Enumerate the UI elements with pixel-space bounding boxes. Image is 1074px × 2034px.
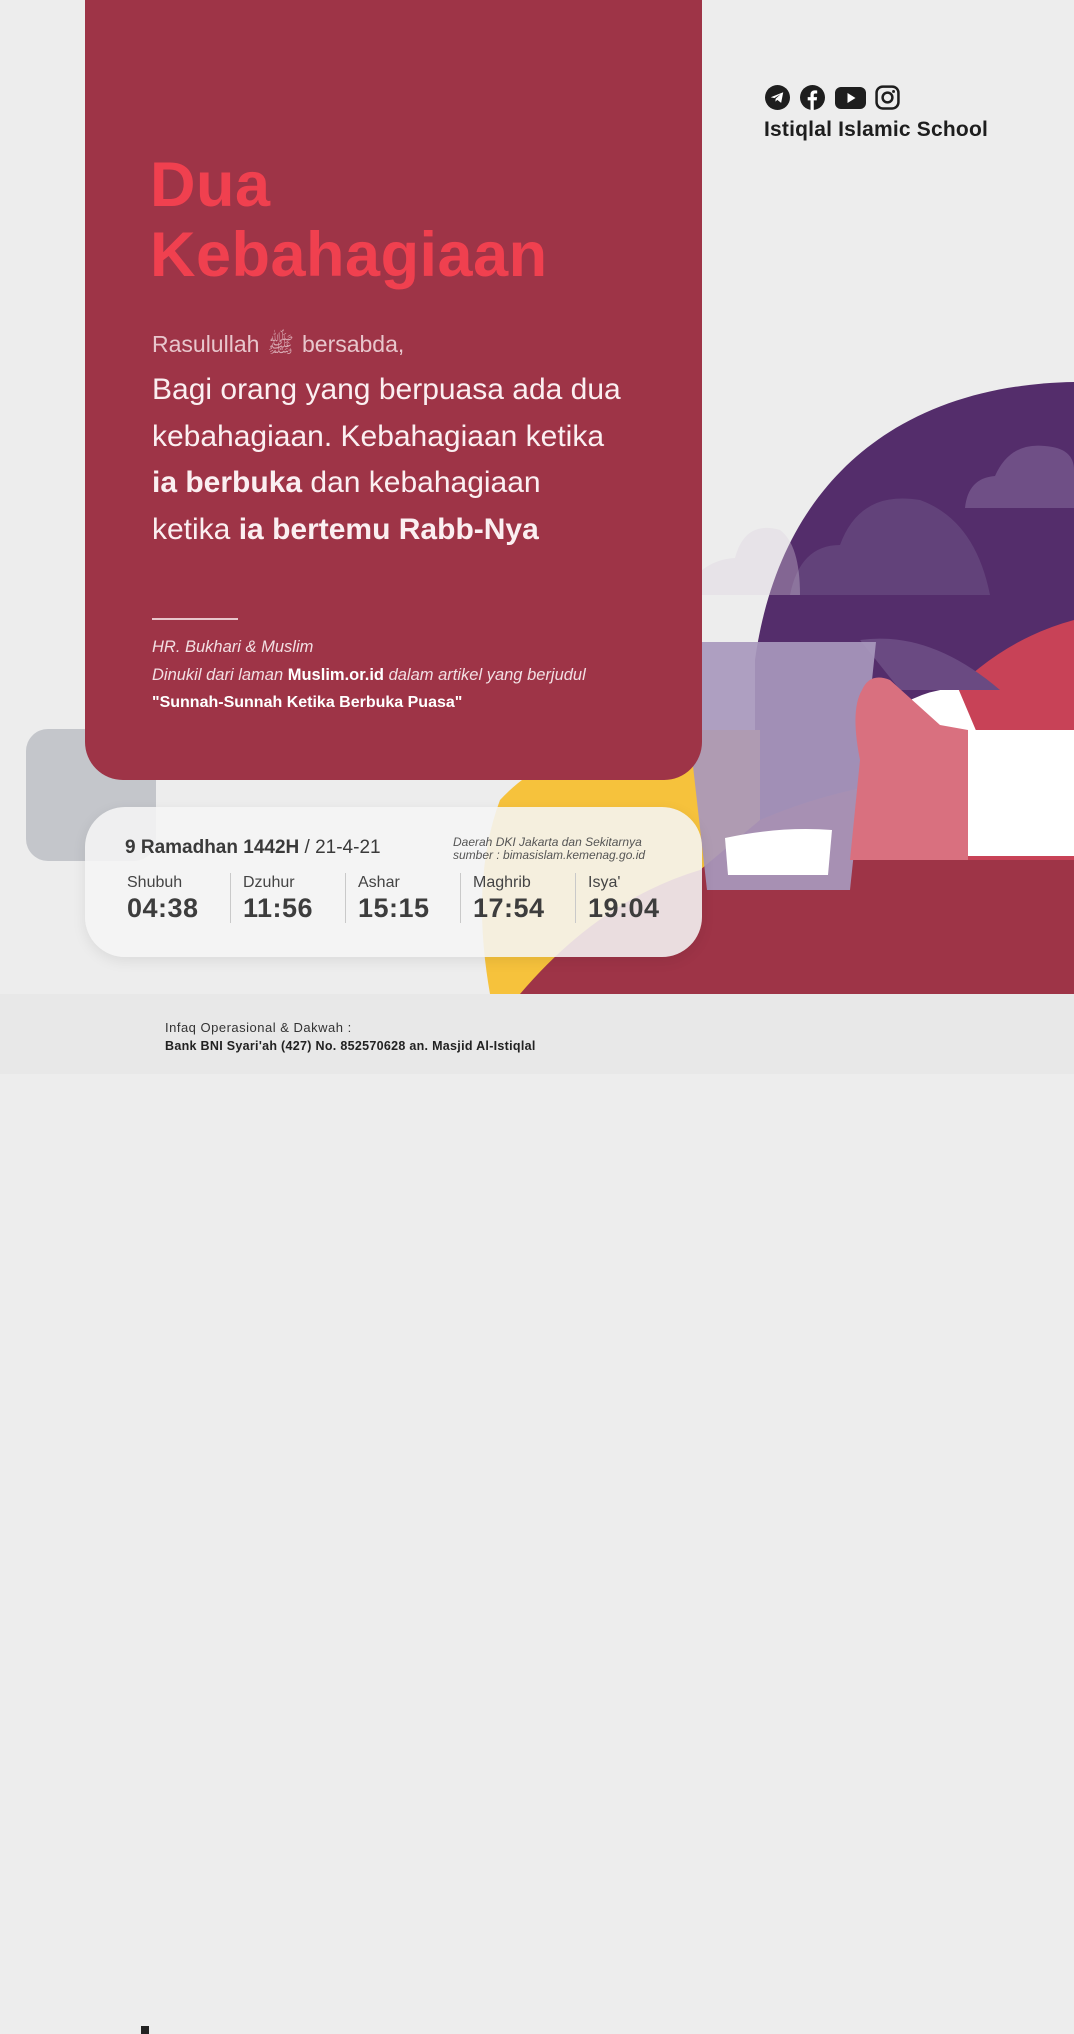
telegram-icon[interactable]: [764, 84, 791, 111]
bullet-icon: [141, 2026, 149, 2034]
lead-prefix: Rasulullah: [152, 331, 260, 357]
youtube-icon[interactable]: [834, 84, 866, 111]
prayer-slot: Ashar 15:15: [345, 873, 460, 923]
divider: [152, 618, 238, 620]
prayer-name: Shubuh: [127, 874, 183, 891]
honorific-calligraphy: ﷺ: [267, 333, 294, 358]
prayer-time: 17:54: [473, 893, 545, 923]
prayer-name: Dzuhur: [243, 874, 295, 891]
prayer-slot: Shubuh 04:38: [115, 873, 230, 923]
source-link[interactable]: Muslim.or.id: [288, 666, 384, 684]
prayer-times: Shubuh 04:38 Dzuhur 11:56 Ashar 15:15 Maghr…: [115, 873, 690, 923]
hadith-bold: ia berbuka: [152, 466, 303, 499]
brand-name: Istiqlal Islamic School: [764, 118, 989, 141]
gregorian-date: 21-4-21: [315, 837, 381, 858]
hadith-text: Bagi orang yang berpuasa ada dua kebahag…: [152, 367, 622, 553]
hadith-part: Bagi orang yang berpuasa ada dua kebahag…: [152, 373, 621, 453]
prayer-slot: Isya' 19:04: [575, 873, 690, 923]
citation: Dinukil dari laman Muslim.or.id dalam ar…: [152, 666, 586, 685]
region-info: Daerah DKI Jakarta dan Sekitarnya sumber…: [453, 836, 645, 862]
title-line-1: Dua: [150, 150, 271, 220]
sleeve-cuff: [968, 730, 1074, 856]
prayer-name: Maghrib: [473, 874, 531, 891]
hadith-bold: ia bertemu Rabb-Nya: [238, 512, 539, 546]
prayer-time: 15:15: [358, 893, 430, 923]
lead-suffix: bersabda,: [301, 331, 405, 357]
prayer-name: Ashar: [358, 874, 400, 891]
page-title: Dua Kebahagiaan: [150, 150, 548, 290]
citation-suffix: dalam artikel yang berjudul: [384, 666, 586, 684]
narrator: HR. Bukhari & Muslim: [152, 638, 314, 656]
article-title: "Sunnah-Sunnah Ketika Berbuka Puasa": [152, 694, 463, 711]
facebook-icon[interactable]: [799, 84, 826, 111]
schedule-date: 9 Ramadhan 1442H / 21-4-21: [125, 837, 381, 859]
title-line-2: Kebahagiaan: [150, 220, 548, 290]
hijri-date: 9 Ramadhan 1442H: [125, 837, 300, 858]
lead-text: Rasulullah ﷺ bersabda,: [152, 331, 404, 363]
citation-prefix: Dinukil dari laman: [152, 666, 288, 684]
schedule-source: sumber : bimasislam.kemenag.go.id: [453, 848, 646, 862]
prayer-slot: Maghrib 17:54: [460, 873, 575, 923]
infaq-label: Infaq Operasional & Dakwah :: [165, 1020, 352, 1035]
prayer-name: Isya': [588, 874, 621, 891]
prayer-time: 11:56: [243, 893, 314, 923]
instagram-icon[interactable]: [874, 84, 901, 111]
social-links: [764, 84, 901, 111]
prayer-time: 04:38: [127, 893, 199, 923]
prayer-time: 19:04: [588, 893, 660, 923]
prayer-slot: Dzuhur 11:56: [230, 873, 345, 923]
bank-account: Bank BNI Syari'ah (427) No. 852570628 an…: [165, 1039, 536, 1053]
date-separator: /: [299, 837, 316, 858]
